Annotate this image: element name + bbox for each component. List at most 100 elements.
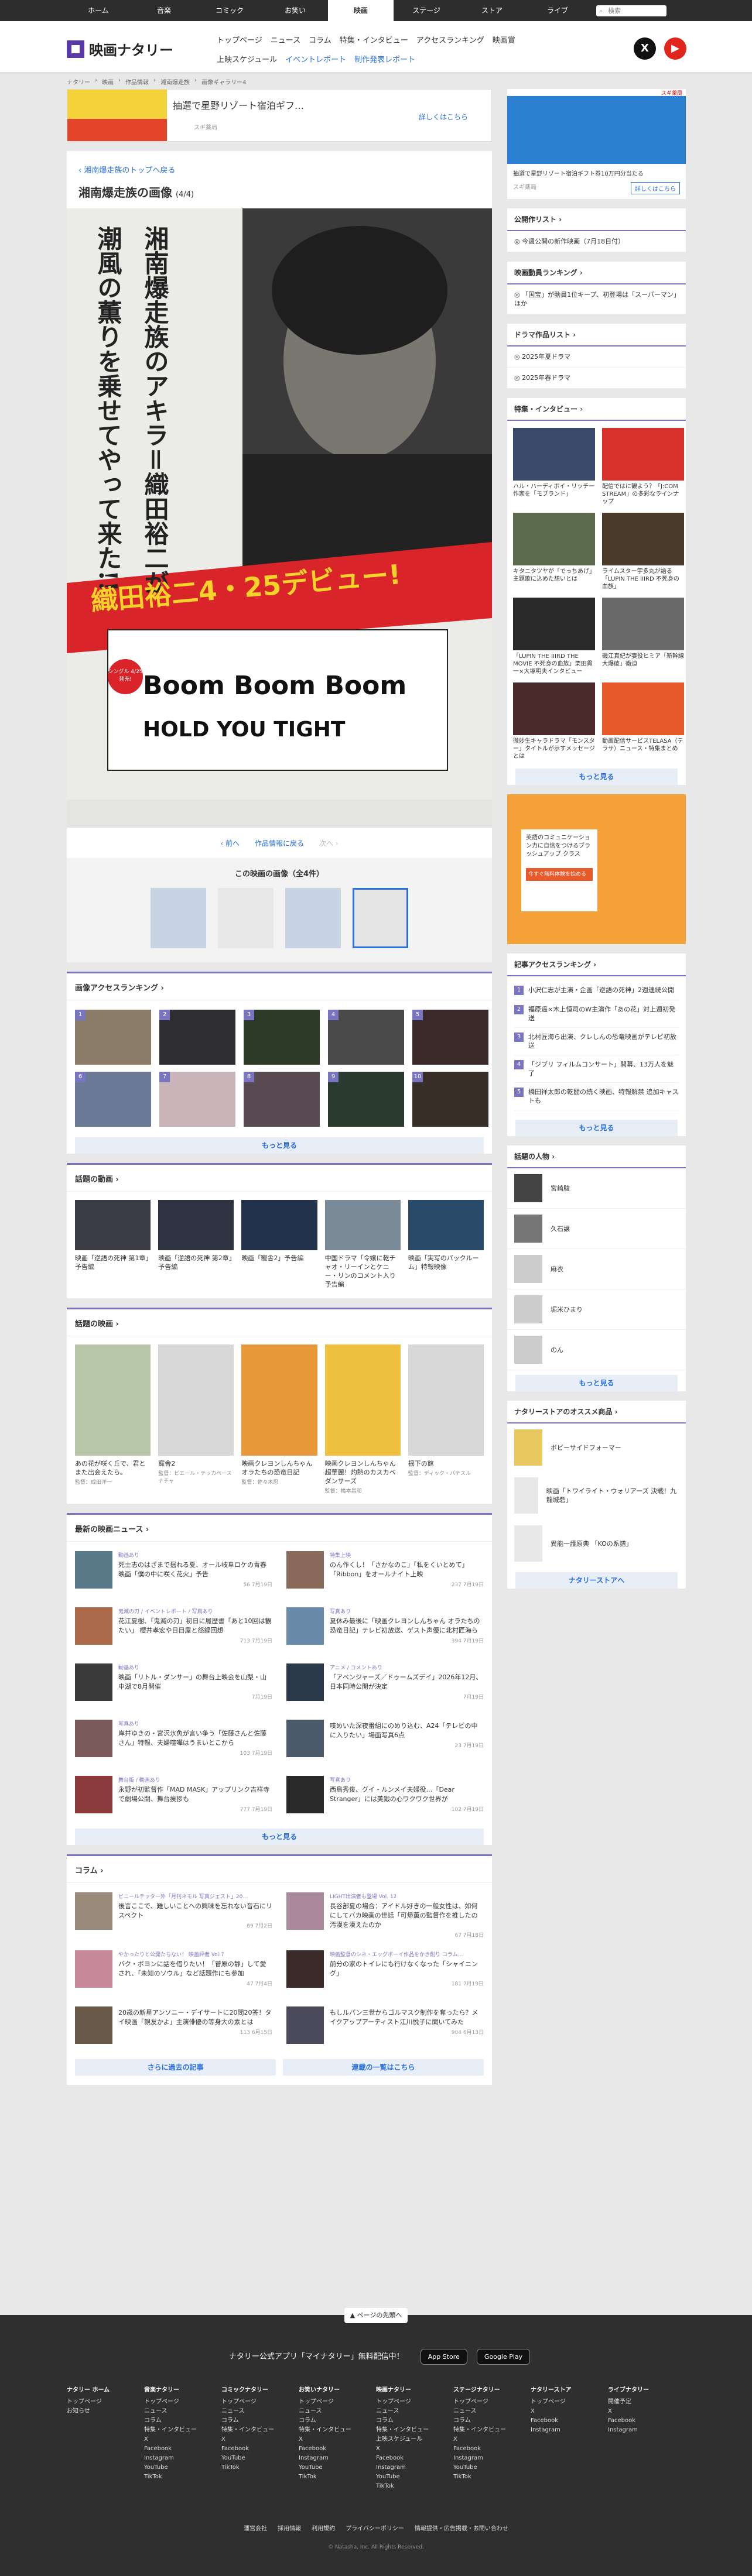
ranking-item[interactable]: 3: [244, 1010, 320, 1065]
breadcrumb-item[interactable]: 映画: [102, 77, 114, 86]
feature-item[interactable]: 磯江真紀が妻役ヒミア「新幹線大爆破」衝迫: [602, 598, 684, 675]
global-nav-live[interactable]: ライブ: [525, 0, 590, 21]
news-item[interactable]: アニメ / コメントあり 「アベンジャーズ／ドゥームズデイ」2026年12月、日本…: [286, 1663, 484, 1708]
feature-item[interactable]: キタニタツヤが「でっちあげ」主題歌に込めた想いとは: [513, 513, 595, 591]
box-title[interactable]: ドラマ作品リスト ›: [507, 324, 686, 347]
ranking-item[interactable]: 1: [75, 1010, 151, 1065]
section-nav-features[interactable]: 特集・インタビュー: [340, 34, 408, 45]
more-button[interactable]: もっと見る: [515, 769, 678, 785]
news-item[interactable]: 特集上映 のん作くし！「さかなのこ」「私をくいとめて」「Ribbon」をオールナイ…: [286, 1551, 484, 1596]
news-item[interactable]: 舞台版 / 動画あり 永野が初監督作「MAD MASK」アップリンク吉祥寺で劇場公…: [75, 1776, 272, 1820]
search-input[interactable]: ⌕ 検索: [596, 5, 666, 16]
column-item[interactable]: LIGHT出演者も登場 Vol. 12 長谷部夏の場合：アイドル好きの一般女性は、…: [286, 1892, 484, 1939]
section-nav-column[interactable]: コラム: [309, 34, 331, 45]
back-to-movie-link[interactable]: ‹ 湘南爆走族のトップへ戻る: [67, 151, 492, 175]
sidebar-ad[interactable]: スギ薬局 抽選で星野リゾート宿泊ギフト券10万円分当たる スギ薬局 詳しくはこち…: [507, 89, 686, 199]
feature-item[interactable]: 配信ではに観よう？「J:COM STREAM」の多彩なラインナップ: [602, 428, 684, 506]
ranking-item[interactable]: 2 福原遥×木上恒司のW主演作「あの花」対上週初発送: [514, 1000, 679, 1028]
person-item[interactable]: 久石譲: [507, 1209, 686, 1249]
store-button[interactable]: ナタリーストアへ: [515, 1572, 678, 1589]
section-nav-top[interactable]: トップページ: [217, 34, 262, 45]
site-logo[interactable]: 映画ナタリー: [67, 39, 173, 59]
global-nav-home[interactable]: ホーム: [66, 0, 131, 21]
ranking-item[interactable]: 9: [328, 1072, 404, 1127]
ranking-item[interactable]: 3 北村匠海ら出演、クレしんの恐竜映画がテレビ初放送: [514, 1028, 679, 1055]
section-title[interactable]: コラム ›: [67, 1856, 492, 1883]
news-item[interactable]: 動画あり 映画「リトル・ダンサー」の舞台上映会を山梨・山中湖で8月開催 7月19日: [75, 1663, 272, 1708]
video-item[interactable]: 映画「逆語の死神 第1章」予告編: [75, 1200, 151, 1289]
column-item[interactable]: もしルパン三世からゴルマスク制作を奪ったら？メイクアップアーティスト江川悦子に聞…: [286, 2006, 484, 2051]
ranking-item[interactable]: 4 「ジブリ フィルムコンサート」開幕、13万人を魅了: [514, 1055, 679, 1083]
box-title[interactable]: 公開作リスト ›: [507, 208, 686, 231]
breadcrumb-item[interactable]: 湘南爆走族: [160, 77, 190, 86]
section-title[interactable]: 話題の映画 ›: [67, 1309, 492, 1336]
sidebar-ad-2[interactable]: 英語のコミュニケーション力に自信をつけるブラッシュアップ クラス 今すぐ無料体験…: [507, 794, 686, 944]
youtube-icon[interactable]: ▶: [664, 37, 686, 60]
ad-banner[interactable]: 抽選で星野リゾート宿泊ギフ… スギ薬局 詳しくはこちら: [67, 89, 492, 142]
back-to-info-link[interactable]: 作品情報に戻る: [255, 838, 304, 848]
box-title[interactable]: ナタリーストアのオススメ商品 ›: [507, 1401, 686, 1424]
gallery-thumbnail[interactable]: [151, 888, 206, 948]
past-articles-button[interactable]: さらに過去の記事: [75, 2059, 276, 2076]
box-title[interactable]: 記事アクセスランキング ›: [507, 953, 686, 976]
column-item[interactable]: やかったりと公開たちない！ 映画評者 Vol.7 バク・ボヨンに話を借りたい！「菅…: [75, 1950, 272, 1995]
global-nav-music[interactable]: 音楽: [131, 0, 197, 21]
news-item[interactable]: 咳めいた深夜番組にのめり込む、A24「テレビの中に入りたい」場面写真6点 23 7…: [286, 1720, 484, 1764]
news-item[interactable]: 鬼滅の刃 / イベントレポート / 写真あり 花江夏樹、「鬼滅の刃」初日に履歴書「…: [75, 1607, 272, 1652]
product-item[interactable]: 映画「トワイライト・ウォリアーズ 決戦！九龍城砦」: [507, 1471, 686, 1519]
section-nav-event-report[interactable]: イベントレポート: [285, 53, 346, 64]
person-item[interactable]: 宮崎駿: [507, 1168, 686, 1209]
list-item[interactable]: ◎ 2025年春ドラマ: [507, 368, 686, 389]
ranking-item[interactable]: 7: [159, 1072, 235, 1127]
feature-item[interactable]: 微妙生キャラドラマ「モンスター」タイトルが示すメッセージとは: [513, 682, 595, 760]
section-nav-production-report[interactable]: 制作発表レポート: [354, 53, 415, 64]
ad-more-link[interactable]: 詳しくはこちら: [419, 112, 468, 122]
list-item[interactable]: ◎ 2025年夏ドラマ: [507, 347, 686, 368]
ranking-item[interactable]: 6: [75, 1072, 151, 1127]
product-item[interactable]: ボビーサイドフォーマー: [507, 1424, 686, 1471]
more-button[interactable]: もっと見る: [515, 1120, 678, 1136]
ad-cta-button[interactable]: 今すぐ無料体験を始める: [526, 868, 593, 881]
feature-item[interactable]: 「LUPIN THE IIIRD THE MOVIE 不死身の血族」栗田貫一×大…: [513, 598, 595, 675]
app-store-badge[interactable]: App Store: [420, 2349, 467, 2365]
movie-item[interactable]: 揺下の館 監督：ディック・パテスル: [408, 1344, 484, 1494]
ranking-item[interactable]: 8: [244, 1072, 320, 1127]
more-button[interactable]: もっと見る: [75, 1137, 484, 1154]
section-title[interactable]: 話題の動画 ›: [67, 1165, 492, 1192]
ranking-item[interactable]: 5: [412, 1010, 488, 1065]
gallery-thumbnail[interactable]: [285, 888, 341, 948]
breadcrumb-item[interactable]: ナタリー: [67, 77, 90, 86]
product-item[interactable]: 異能一護原典 「KOの系譜」: [507, 1519, 686, 1567]
global-nav-owarai[interactable]: お笑い: [262, 0, 328, 21]
feature-item[interactable]: ライムスター宇多丸が語る「LUPIN THE IIIRD 不死身の血族」: [602, 513, 684, 591]
movie-item[interactable]: あの花が咲く丘で、君とまた出会えたら。 監督：成田洋一: [75, 1344, 151, 1494]
news-item[interactable]: 写真あり 西島秀俊、グイ・ルンメイ夫婦役…「Dear Stranger」には美鍛の…: [286, 1776, 484, 1820]
news-item[interactable]: 写真あり 岸井ゆきの・宮沢氷魚が言い争う「佐藤さんと佐藤さん」特報、夫婦喧嘩はうま…: [75, 1720, 272, 1764]
series-list-button[interactable]: 連載の一覧はこちら: [283, 2059, 484, 2076]
list-item[interactable]: ◎ 「国宝」が動員1位キープ、初登場は「スーパーマン」ほか: [507, 284, 686, 314]
back-to-top-button[interactable]: ▲ ページの先頭へ: [344, 2308, 408, 2323]
section-nav-schedule[interactable]: 上映スケジュール: [217, 53, 277, 64]
box-title[interactable]: 映画動員ランキング ›: [507, 262, 686, 284]
section-title[interactable]: 最新の映画ニュース ›: [67, 1515, 492, 1542]
video-item[interactable]: 映画「逆語の死神 第2章」予告編: [158, 1200, 234, 1289]
global-nav-store[interactable]: ストア: [459, 0, 525, 21]
section-nav-awards[interactable]: 映画賞: [493, 34, 515, 45]
video-item[interactable]: 映画「寵舎2」予告編: [241, 1200, 317, 1289]
news-item[interactable]: 動画あり 死士志のはざまで揺れる夏、オール岐阜ロケの青春映画「僕の中に咲く花火」予…: [75, 1551, 272, 1596]
list-item[interactable]: ◎ 今週公開の新作映画（7月18日付）: [507, 231, 686, 252]
ranking-item[interactable]: 10: [412, 1072, 488, 1127]
ranking-item[interactable]: 2: [159, 1010, 235, 1065]
more-button[interactable]: もっと見る: [75, 1829, 484, 1845]
x-icon[interactable]: X: [634, 37, 656, 60]
video-item[interactable]: 中国ドラマ「令嬢に乾チャオ・リーインとケニー・リンのコメント入り予告編: [324, 1200, 401, 1289]
google-play-badge[interactable]: Google Play: [476, 2349, 531, 2365]
gallery-thumbnail-selected[interactable]: [353, 888, 408, 948]
box-title[interactable]: 特集・インタビュー ›: [507, 398, 686, 421]
person-item[interactable]: 堀米ひまり: [507, 1289, 686, 1330]
person-item[interactable]: のん: [507, 1330, 686, 1370]
column-item[interactable]: 20歳の新星アンソニー・デイサートに20問20答！タイ映画「親友かよ」主演俳優の…: [75, 2006, 272, 2051]
section-nav-news[interactable]: ニュース: [271, 34, 300, 45]
box-title[interactable]: 話題の人物 ›: [507, 1145, 686, 1168]
ranking-item[interactable]: 4: [328, 1010, 404, 1065]
